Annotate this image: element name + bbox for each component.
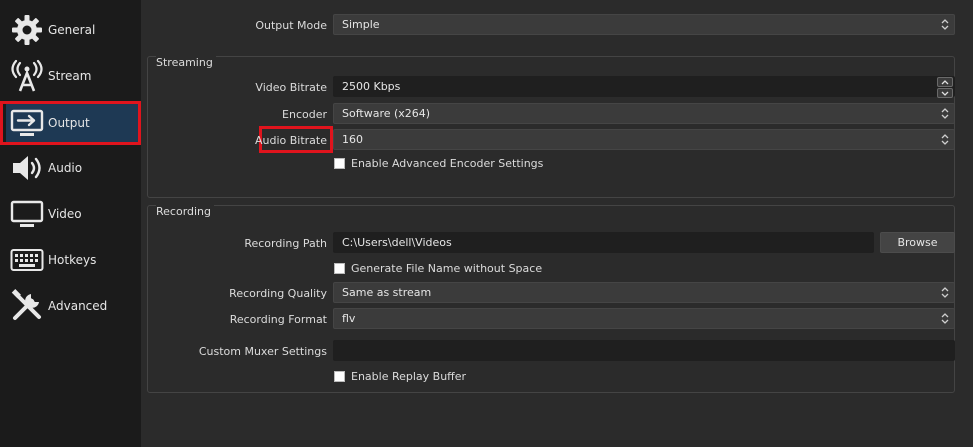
output-mode-label: Output Mode [255, 19, 327, 32]
recording-path-value: C:\Users\dell\Videos [342, 236, 452, 249]
tools-icon [9, 288, 45, 324]
spin-down-icon[interactable] [937, 88, 953, 98]
spin-up-icon[interactable] [937, 77, 953, 87]
audio-bitrate-value: 160 [342, 133, 363, 146]
output-settings-panel: Output Mode Simple Streaming Video Bitra… [141, 0, 973, 447]
monitor-icon [9, 196, 45, 232]
settings-sidebar: General Stream Output Audio Video Hotkey… [0, 0, 141, 447]
sidebar-item-advanced[interactable]: Advanced [6, 286, 140, 326]
output-mode-value: Simple [342, 18, 380, 31]
sidebar-item-label: Stream [48, 69, 92, 83]
browse-button[interactable]: Browse [880, 232, 955, 253]
keyboard-icon [9, 242, 45, 278]
recording-quality-select[interactable]: Same as stream [333, 282, 955, 303]
custom-muxer-input[interactable] [333, 340, 955, 361]
video-bitrate-spinbox[interactable]: 2500 Kbps [333, 76, 955, 98]
sidebar-item-general[interactable]: General [6, 10, 140, 50]
custom-muxer-label: Custom Muxer Settings [198, 345, 327, 358]
no-space-label: Generate File Name without Space [351, 262, 543, 275]
sidebar-item-audio[interactable]: Audio [6, 148, 140, 188]
recording-group-title: Recording [156, 205, 215, 218]
recording-quality-value: Same as stream [342, 286, 432, 299]
video-bitrate-value: 2500 Kbps [342, 80, 401, 93]
replay-buffer-checkbox-row[interactable]: Enable Replay Buffer [334, 370, 466, 383]
audio-bitrate-select[interactable]: 160 [333, 129, 955, 150]
encoder-label: Encoder [282, 108, 327, 121]
recording-format-value: flv [342, 312, 356, 325]
streaming-group-title: Streaming [156, 56, 216, 69]
replay-buffer-label: Enable Replay Buffer [351, 370, 467, 383]
sidebar-item-hotkeys[interactable]: Hotkeys [6, 240, 140, 280]
settings-window: General Stream Output Audio Video Hotkey… [0, 0, 973, 447]
broadcast-icon [9, 58, 45, 94]
recording-quality-label: Recording Quality [229, 287, 327, 300]
sidebar-item-label: General [48, 23, 96, 37]
updown-chevron-icon [937, 106, 952, 121]
sidebar-item-label: Output [48, 116, 90, 130]
updown-chevron-icon [937, 311, 952, 326]
encoder-value: Software (x264) [342, 107, 431, 120]
audio-bitrate-label: Audio Bitrate [254, 134, 327, 147]
sidebar-item-output[interactable]: Output [6, 103, 140, 143]
advanced-encoder-checkbox[interactable] [334, 158, 345, 169]
sidebar-item-label: Audio [48, 161, 83, 175]
sidebar-item-label: Video [48, 207, 82, 221]
updown-chevron-icon [937, 285, 952, 300]
recording-path-label: Recording Path [244, 237, 327, 250]
updown-chevron-icon [937, 17, 952, 32]
sidebar-item-label: Hotkeys [48, 253, 97, 267]
recording-format-select[interactable]: flv [333, 308, 955, 329]
replay-buffer-checkbox[interactable] [334, 371, 345, 382]
advanced-encoder-checkbox-row[interactable]: Enable Advanced Encoder Settings [334, 157, 543, 170]
updown-chevron-icon [937, 132, 952, 147]
recording-path-input[interactable]: C:\Users\dell\Videos [333, 232, 874, 253]
sidebar-item-label: Advanced [48, 299, 108, 313]
speaker-icon [9, 150, 45, 186]
advanced-encoder-label: Enable Advanced Encoder Settings [351, 157, 544, 170]
output-monitor-icon [9, 105, 45, 141]
gear-icon [9, 12, 45, 48]
encoder-select[interactable]: Software (x264) [333, 103, 955, 124]
no-space-checkbox-row[interactable]: Generate File Name without Space [334, 262, 542, 275]
no-space-checkbox[interactable] [334, 263, 345, 274]
video-bitrate-label: Video Bitrate [255, 81, 327, 94]
output-mode-select[interactable]: Simple [333, 14, 955, 35]
sidebar-item-stream[interactable]: Stream [6, 56, 140, 96]
sidebar-item-video[interactable]: Video [6, 194, 140, 234]
recording-format-label: Recording Format [229, 313, 327, 326]
